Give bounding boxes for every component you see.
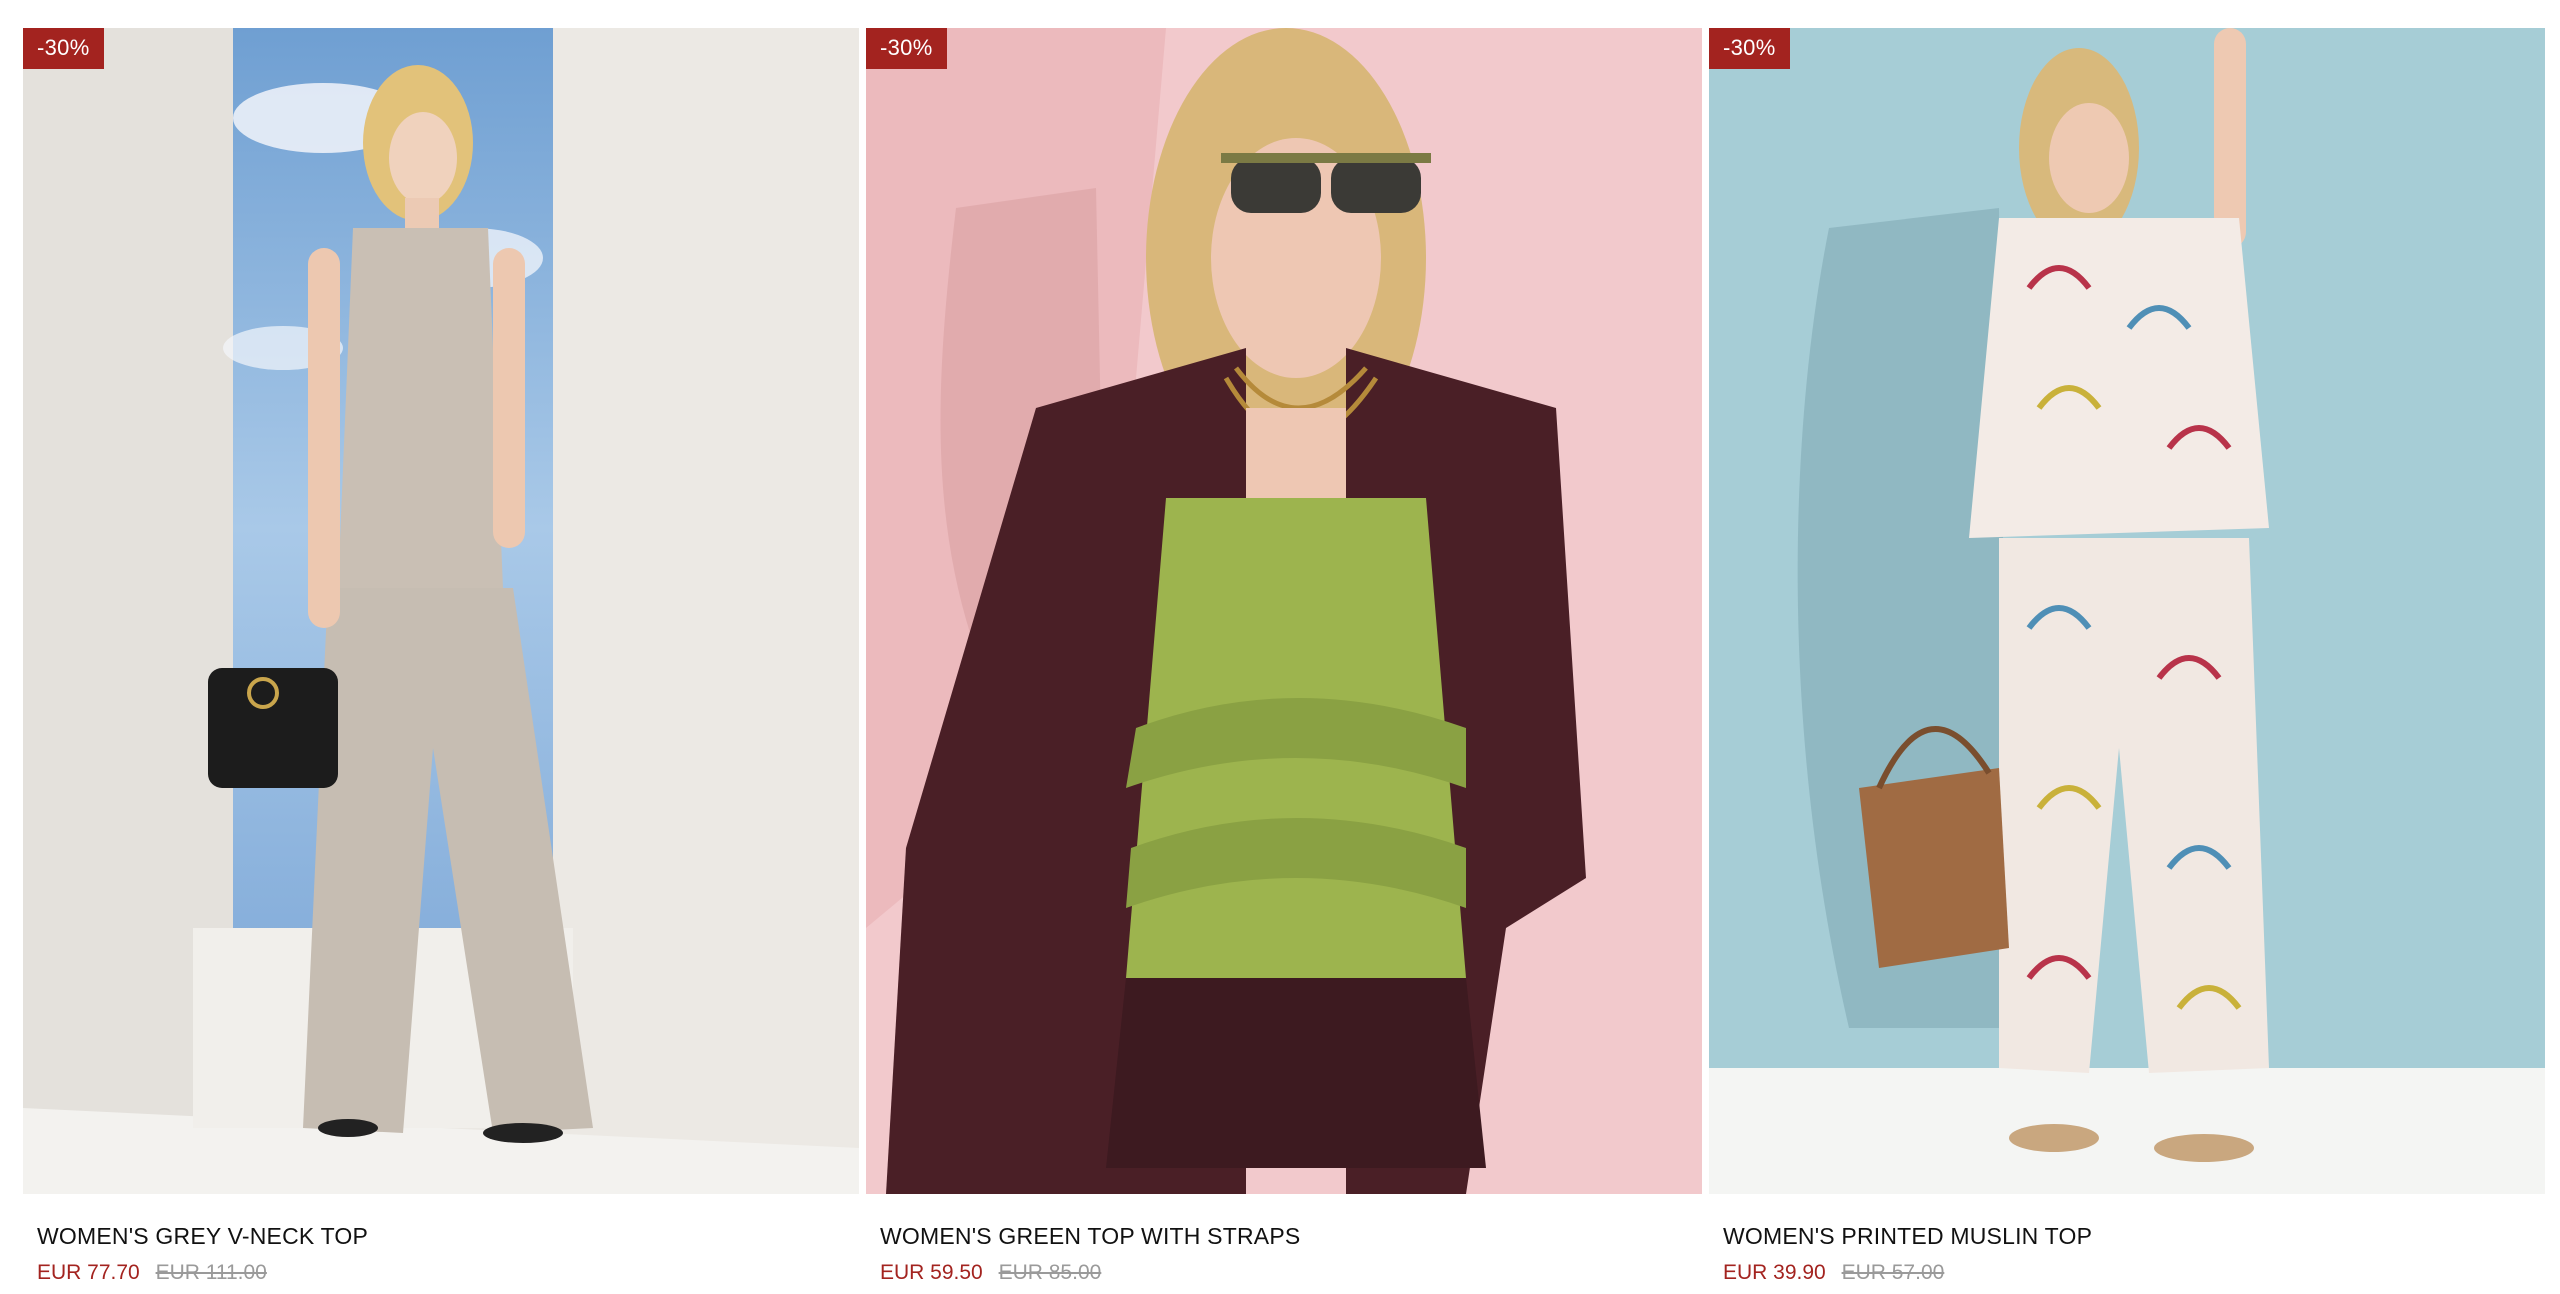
price-row: EUR 39.90 EUR 57.00: [1723, 1260, 2531, 1286]
product-info: WOMEN'S GREY V-NECK TOP EUR 77.70 EUR 11…: [23, 1194, 859, 1286]
product-photo-printed: [1709, 28, 2545, 1194]
original-price: EUR 57.00: [1841, 1261, 1945, 1284]
product-card[interactable]: -30% WOMEN'S PRINTED MUSLIN TOP EUR 39.9…: [1709, 28, 2545, 1286]
sale-price: EUR 59.50: [880, 1261, 983, 1284]
original-price: EUR 85.00: [998, 1261, 1102, 1284]
original-price: EUR 111.00: [155, 1261, 267, 1284]
sale-price: EUR 39.90: [1723, 1261, 1826, 1284]
product-card[interactable]: -30% WOMEN'S GREY V-NECK TOP EUR 77.70 E…: [23, 28, 859, 1286]
discount-badge: -30%: [23, 28, 104, 69]
product-image[interactable]: -30%: [23, 28, 859, 1194]
product-image[interactable]: -30%: [1709, 28, 2545, 1194]
product-photo-green: [866, 28, 1702, 1194]
product-photo-grey: [23, 28, 859, 1194]
product-name[interactable]: WOMEN'S GREEN TOP WITH STRAPS: [880, 1222, 1688, 1250]
sale-price: EUR 77.70: [37, 1261, 140, 1284]
product-grid: -30% WOMEN'S GREY V-NECK TOP EUR 77.70 E…: [23, 28, 2547, 1286]
discount-badge: -30%: [866, 28, 947, 69]
price-row: EUR 77.70 EUR 111.00: [37, 1260, 845, 1286]
product-name[interactable]: WOMEN'S PRINTED MUSLIN TOP: [1723, 1222, 2531, 1250]
discount-badge: -30%: [1709, 28, 1790, 69]
product-name[interactable]: WOMEN'S GREY V-NECK TOP: [37, 1222, 845, 1250]
product-info: WOMEN'S GREEN TOP WITH STRAPS EUR 59.50 …: [866, 1194, 1702, 1286]
product-card[interactable]: -30% WOMEN'S GREEN TOP WITH STRAPS EUR 5…: [866, 28, 1702, 1286]
price-row: EUR 59.50 EUR 85.00: [880, 1260, 1688, 1286]
product-image[interactable]: -30%: [866, 28, 1702, 1194]
product-info: WOMEN'S PRINTED MUSLIN TOP EUR 39.90 EUR…: [1709, 1194, 2545, 1286]
